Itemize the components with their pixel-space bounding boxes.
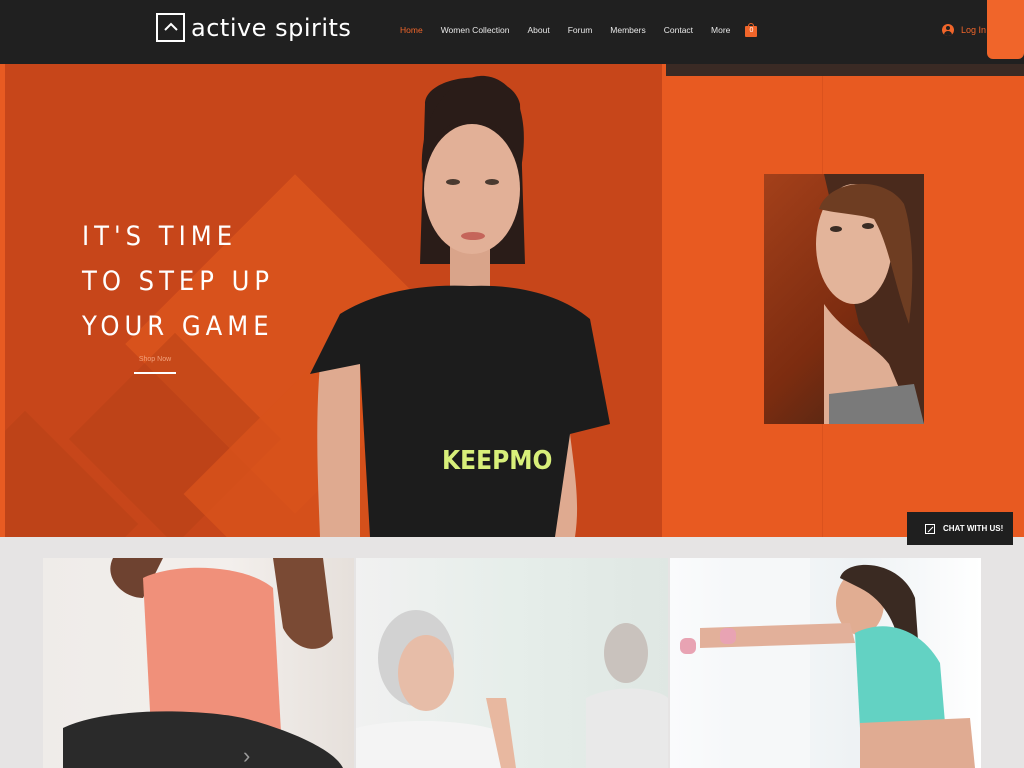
nav-item-women-collection[interactable]: Women Collection <box>441 25 510 35</box>
nav-item-about[interactable]: About <box>528 25 550 35</box>
hero-section: KEEPMO IT'S TIME TO STEP UP YOUR GAME Sh… <box>0 64 1024 537</box>
tile-yoga[interactable]: › <box>43 558 355 768</box>
login-label: Log In <box>961 25 987 35</box>
nav-item-more[interactable]: More <box>711 25 730 35</box>
login-button[interactable]: Log In <box>942 24 986 36</box>
brand-name: active spirits <box>191 13 352 42</box>
site-header: active spirits Home Women Collection Abo… <box>0 0 1024 64</box>
next-arrow-icon[interactable]: › <box>243 743 250 768</box>
nav-item-forum[interactable]: Forum <box>568 25 593 35</box>
logo-icon <box>156 13 185 42</box>
model-image: KEEPMO <box>310 75 610 537</box>
brand-logo[interactable]: active spirits <box>156 13 351 42</box>
corner-tab <box>987 0 1024 59</box>
avatar-icon <box>942 24 954 36</box>
portrait-image <box>764 174 924 424</box>
tile-meditation[interactable] <box>356 558 668 768</box>
chat-icon <box>925 523 935 534</box>
chat-label: CHAT WITH US! <box>943 524 1004 533</box>
feature-tiles: › <box>43 558 981 768</box>
cart-icon[interactable]: 0 <box>745 23 758 37</box>
nav-item-home[interactable]: Home <box>400 25 423 35</box>
hero-title: IT'S TIME TO STEP UP YOUR GAME <box>82 221 275 342</box>
chat-widget[interactable]: CHAT WITH US! <box>907 512 1013 545</box>
shop-now-link[interactable]: Shop Now <box>134 356 176 363</box>
nav-item-members[interactable]: Members <box>610 25 645 35</box>
main-nav: Home Women Collection About Forum Member… <box>400 23 758 37</box>
tile-fitness[interactable] <box>669 558 981 768</box>
cart-count: 0 <box>749 27 754 34</box>
cta-underline <box>134 372 176 374</box>
shirt-text: KEEPMO <box>442 446 552 476</box>
nav-item-contact[interactable]: Contact <box>664 25 693 35</box>
hero-top-strip <box>666 64 1024 76</box>
